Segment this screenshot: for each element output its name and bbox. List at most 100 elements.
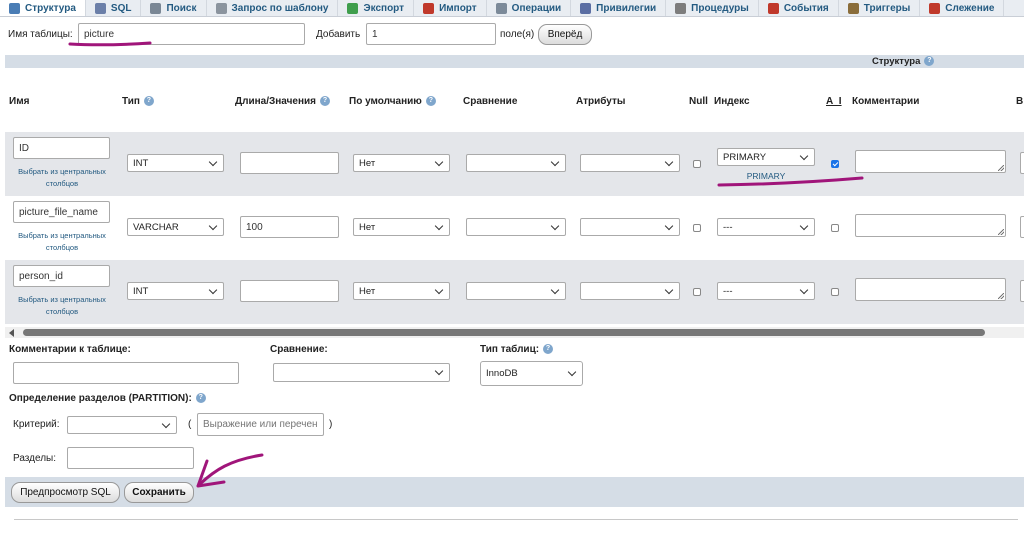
table-collation-select[interactable] <box>273 363 450 382</box>
column-header-null: Null <box>689 96 708 107</box>
column-name-input[interactable]: picture_file_name <box>13 201 110 223</box>
chevron-down-icon <box>799 151 809 160</box>
partition-expression-input[interactable] <box>197 413 324 436</box>
column-header-collation: Сравнение <box>463 96 518 107</box>
help-icon[interactable]: ? <box>320 96 331 107</box>
column-default-select[interactable]: Нет <box>353 218 450 236</box>
tab-search[interactable]: Поиск <box>141 0 207 16</box>
column-default-select-value: Нет <box>359 157 376 169</box>
help-icon[interactable]: ? <box>425 96 436 107</box>
tab-events[interactable]: События <box>759 0 839 16</box>
tab-label: Процедуры <box>691 2 749 14</box>
pick-central-columns-link[interactable]: Выбрать из центральных столбцов <box>10 230 114 254</box>
column-length-input[interactable]: 100 <box>240 216 339 238</box>
tab-sql[interactable]: SQL <box>86 0 142 16</box>
column-name-input[interactable]: ID <box>13 137 110 159</box>
resize-grip-icon[interactable] <box>998 165 1004 171</box>
resize-grip-icon[interactable] <box>998 293 1004 299</box>
column-default-select-value: Нет <box>359 285 376 297</box>
column-length-input[interactable] <box>240 152 339 174</box>
partition-criteria-select[interactable] <box>67 416 177 434</box>
table-comments-input[interactable] <box>13 362 239 384</box>
null-checkbox[interactable] <box>693 224 701 232</box>
column-length-input[interactable] <box>240 280 339 302</box>
pick-central-columns-link[interactable]: Выбрать из центральных столбцов <box>10 166 114 190</box>
column-header-index: Индекс <box>714 96 750 107</box>
tab-triggers[interactable]: Триггеры <box>839 0 921 16</box>
null-checkbox[interactable] <box>693 288 701 296</box>
tab-structure[interactable]: Структура <box>0 0 86 16</box>
auto-increment-checkbox[interactable] <box>831 160 839 168</box>
column-comment-textarea[interactable] <box>855 150 1006 173</box>
chevron-down-icon <box>664 221 674 230</box>
help-icon[interactable]: ? <box>143 96 154 107</box>
column-collation-select[interactable] <box>466 154 566 172</box>
pick-central-columns-link[interactable]: Выбрать из центральных столбцов <box>10 294 114 318</box>
tab-tracking[interactable]: Слежение <box>920 0 1005 16</box>
primary-key-link[interactable]: PRIMARY <box>717 170 815 182</box>
tab-import[interactable]: Импорт <box>414 0 487 16</box>
tab-label: Поиск <box>166 2 197 14</box>
column-index-select[interactable]: --- <box>717 218 815 236</box>
scrollbar-thumb[interactable] <box>23 329 985 336</box>
column-comment-textarea[interactable] <box>855 278 1006 301</box>
tab-label: Экспорт <box>363 2 405 14</box>
import-icon <box>423 2 435 14</box>
export-icon <box>347 2 359 14</box>
column-index-select[interactable]: --- <box>717 282 815 300</box>
tab-procedures[interactable]: Процедуры <box>666 0 759 16</box>
column-default-select[interactable]: Нет <box>353 154 450 172</box>
column-name-input[interactable]: person_id <box>13 265 110 287</box>
partitions-count-label: Разделы: <box>13 453 57 464</box>
tab-bar: Структура SQL Поиск Запрос по шаблону Экспор… <box>0 0 1024 17</box>
chevron-down-icon <box>799 221 809 230</box>
auto-increment-checkbox[interactable] <box>831 224 839 232</box>
chevron-down-icon <box>434 285 444 294</box>
events-icon <box>767 2 779 14</box>
column-attributes-select[interactable] <box>580 218 680 236</box>
tab-wrench[interactable]: Операции <box>487 0 572 16</box>
partition-criteria-label: Критерий: <box>13 419 60 430</box>
chevron-down-icon <box>664 157 674 166</box>
preview-sql-button[interactable]: Предпросмотр SQL <box>11 482 120 503</box>
column-index-select-value: --- <box>723 221 733 233</box>
tab-label: Импорт <box>439 2 477 14</box>
tab-export[interactable]: Экспорт <box>338 0 415 16</box>
move-column-select[interactable] <box>1020 216 1024 238</box>
column-comment-textarea[interactable] <box>855 214 1006 237</box>
add-fields-count-input[interactable]: 1 <box>366 23 496 45</box>
auto-increment-checkbox[interactable] <box>831 288 839 296</box>
chevron-down-icon <box>434 221 444 230</box>
column-type-select[interactable]: VARCHAR <box>127 218 224 236</box>
horizontal-scrollbar[interactable] <box>5 327 1024 338</box>
column-attributes-select[interactable] <box>580 154 680 172</box>
column-default-select[interactable]: Нет <box>353 282 450 300</box>
column-type-select-value: INT <box>133 157 149 169</box>
add-fields-label: Добавить <box>316 29 361 40</box>
tab-query[interactable]: Запрос по шаблону <box>207 0 339 16</box>
go-button[interactable]: Вперёд <box>538 24 592 45</box>
column-collation-select[interactable] <box>466 218 566 236</box>
save-button[interactable]: Сохранить <box>124 482 194 503</box>
table-name-input[interactable]: picture <box>78 23 305 45</box>
move-column-select[interactable] <box>1020 152 1024 174</box>
tab-privileges[interactable]: Привилегии <box>571 0 667 16</box>
table-collation-label: Сравнение: <box>270 344 328 355</box>
help-icon[interactable]: ? <box>195 393 206 404</box>
partitions-count-input[interactable] <box>67 447 194 469</box>
bottom-divider <box>14 519 1018 520</box>
move-column-select[interactable] <box>1020 280 1024 302</box>
help-icon[interactable]: ? <box>924 56 935 67</box>
help-icon[interactable]: ? <box>543 344 554 355</box>
resize-grip-icon[interactable] <box>998 229 1004 235</box>
column-index-select[interactable]: PRIMARY <box>717 148 815 166</box>
scroll-left-arrow-icon[interactable] <box>9 329 14 337</box>
chevron-down-icon <box>208 157 218 166</box>
table-engine-select[interactable]: InnoDB <box>480 361 583 386</box>
chevron-down-icon <box>567 367 577 377</box>
column-type-select[interactable]: INT <box>127 282 224 300</box>
column-type-select[interactable]: INT <box>127 154 224 172</box>
column-collation-select[interactable] <box>466 282 566 300</box>
null-checkbox[interactable] <box>693 160 701 168</box>
column-attributes-select[interactable] <box>580 282 680 300</box>
